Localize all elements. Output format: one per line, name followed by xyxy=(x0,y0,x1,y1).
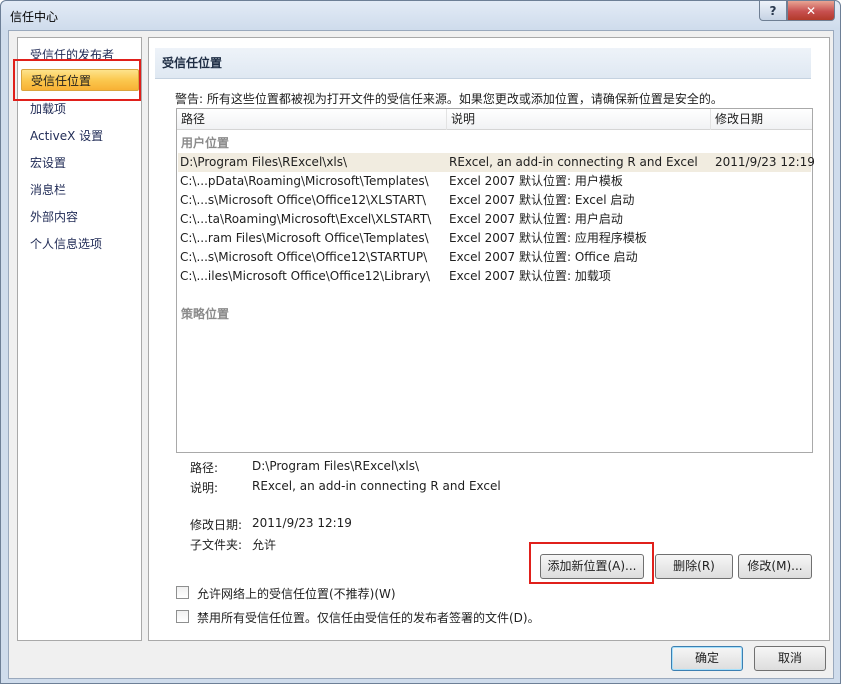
detail-modified-label: 修改日期: xyxy=(190,518,243,532)
table-row[interactable]: D:\Program Files\RExcel\xls\ RExcel, an … xyxy=(178,153,815,172)
column-header-path[interactable]: 路径 xyxy=(177,109,447,130)
table-row[interactable]: C:\...s\Microsoft Office\Office12\XLSTAR… xyxy=(178,191,811,210)
title-bar[interactable]: 信任中心 ? ✕ xyxy=(1,1,840,29)
table-row[interactable]: C:\...ta\Roaming\Microsoft\Excel\XLSTART… xyxy=(178,210,811,229)
detail-path-label: 路径: xyxy=(190,461,219,475)
warning-text: 警告: 所有这些位置都被视为打开文件的受信任来源。如果您更改或添加位置，请确保新… xyxy=(175,92,723,106)
group-policy-locations: 策略位置 xyxy=(181,307,230,321)
row-description: Excel 2007 默认位置: Office 启动 xyxy=(449,250,638,264)
row-path: C:\...s\Microsoft Office\Office12\STARTU… xyxy=(180,250,428,264)
group-user-locations: 用户位置 xyxy=(181,136,230,150)
modify-button[interactable]: 修改(M)... xyxy=(738,554,812,579)
section-title: 受信任位置 xyxy=(155,48,811,79)
row-description: Excel 2007 默认位置: 用户启动 xyxy=(449,212,623,226)
detail-subfolders-label: 子文件夹: xyxy=(190,538,243,552)
row-description: Excel 2007 默认位置: 应用程序模板 xyxy=(449,231,647,245)
nav-item-message-bar[interactable]: 消息栏 xyxy=(30,179,66,201)
window-title: 信任中心 xyxy=(10,10,59,24)
trusted-locations-panel: 受信任位置 警告: 所有这些位置都被视为打开文件的受信任来源。如果您更改或添加位… xyxy=(148,37,830,641)
trust-center-window: 信任中心 ? ✕ 受信任的发布者 受信任位置 加载项 ActiveX 设置 宏设… xyxy=(0,0,841,684)
close-button[interactable]: ✕ xyxy=(787,1,835,21)
annotation-highlight-nav xyxy=(13,59,141,101)
ok-button[interactable]: 确定 xyxy=(671,646,743,671)
annotation-highlight-add-button xyxy=(529,542,654,584)
detail-description-label: 说明: xyxy=(190,481,219,495)
row-description: RExcel, an add-in connecting R and Excel xyxy=(449,155,698,169)
disable-all-locations-checkbox[interactable] xyxy=(176,610,189,623)
row-modified: 2011/9/23 12:19 xyxy=(715,155,815,169)
column-header-modified[interactable]: 修改日期 xyxy=(711,109,813,130)
row-description: Excel 2007 默认位置: 用户模板 xyxy=(449,174,623,188)
row-path: C:\...ram Files\Microsoft Office\Templat… xyxy=(180,231,429,245)
row-description: Excel 2007 默认位置: Excel 启动 xyxy=(449,193,635,207)
nav-item-privacy-options[interactable]: 个人信息选项 xyxy=(30,233,102,255)
trusted-locations-list[interactable]: 路径 说明 修改日期 用户位置 D:\Program Files\RExcel\… xyxy=(176,108,815,453)
column-header-description[interactable]: 说明 xyxy=(447,109,711,130)
detail-path-value: D:\Program Files\RExcel\xls\ xyxy=(252,459,420,473)
row-description: Excel 2007 默认位置: 加载项 xyxy=(449,269,611,283)
detail-description-value: RExcel, an add-in connecting R and Excel xyxy=(252,479,501,493)
table-row[interactable]: C:\...s\Microsoft Office\Office12\STARTU… xyxy=(178,248,811,267)
row-path: C:\...iles\Microsoft Office\Office12\Lib… xyxy=(180,269,431,283)
table-row[interactable]: C:\...iles\Microsoft Office\Office12\Lib… xyxy=(178,267,811,286)
allow-network-locations-label[interactable]: 允许网络上的受信任位置(不推荐)(W) xyxy=(197,585,396,602)
disable-all-locations-label[interactable]: 禁用所有受信任位置。仅信任由受信任的发布者签署的文件(D)。 xyxy=(197,609,540,626)
row-path: D:\Program Files\RExcel\xls\ xyxy=(180,155,348,169)
row-path: C:\...s\Microsoft Office\Office12\XLSTAR… xyxy=(180,193,427,207)
help-icon: ? xyxy=(769,3,777,18)
cancel-button[interactable]: 取消 xyxy=(754,646,826,671)
detail-modified-value: 2011/9/23 12:19 xyxy=(252,516,352,530)
detail-subfolders-value: 允许 xyxy=(252,538,277,552)
remove-button[interactable]: 删除(R) xyxy=(655,554,733,579)
row-path: C:\...pData\Roaming\Microsoft\Templates\ xyxy=(180,174,429,188)
nav-item-macro-settings[interactable]: 宏设置 xyxy=(30,152,66,174)
help-button[interactable]: ? xyxy=(759,1,787,21)
category-nav: 受信任的发布者 受信任位置 加载项 ActiveX 设置 宏设置 消息栏 外部内… xyxy=(17,37,142,641)
table-row[interactable]: C:\...ram Files\Microsoft Office\Templat… xyxy=(178,229,811,248)
row-path: C:\...ta\Roaming\Microsoft\Excel\XLSTART… xyxy=(180,212,432,226)
dialog-client-area: 受信任的发布者 受信任位置 加载项 ActiveX 设置 宏设置 消息栏 外部内… xyxy=(8,30,834,679)
nav-item-activex-settings[interactable]: ActiveX 设置 xyxy=(30,125,103,147)
close-icon: ✕ xyxy=(805,3,817,18)
list-header: 路径 说明 修改日期 xyxy=(177,109,812,130)
allow-network-locations-checkbox[interactable] xyxy=(176,586,189,599)
table-row[interactable]: C:\...pData\Roaming\Microsoft\Templates\… xyxy=(178,172,811,191)
nav-item-external-content[interactable]: 外部内容 xyxy=(30,206,78,228)
nav-item-add-ins[interactable]: 加载项 xyxy=(30,98,66,120)
